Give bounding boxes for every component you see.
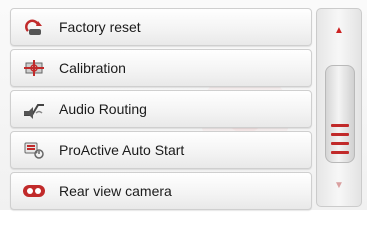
menu-item-label: ProActive Auto Start: [59, 142, 185, 158]
audio-routing-icon: [21, 97, 47, 121]
menu-item-label: Audio Routing: [59, 101, 147, 117]
menu-item-audio-routing[interactable]: Audio Routing: [10, 90, 312, 128]
menu-item-rear-view-camera[interactable]: Rear view camera: [10, 172, 312, 210]
menu-item-calibration[interactable]: Calibration: [10, 49, 312, 87]
factory-reset-icon: [21, 15, 47, 39]
scroll-up-button[interactable]: ▲: [317, 9, 361, 51]
scroll-down-button[interactable]: ▼: [317, 164, 361, 206]
menu-item-label: Factory reset: [59, 19, 141, 35]
settings-screen: Factory reset Calibration Audio Routing …: [0, 0, 367, 210]
arrow-up-icon: ▲: [334, 24, 344, 36]
arrow-down-icon: ▼: [334, 179, 344, 191]
scroll-panel: ▲ ▼: [316, 8, 362, 207]
rear-view-camera-icon: [21, 179, 47, 203]
calibration-icon: [21, 56, 47, 80]
proactive-auto-start-icon: [21, 138, 47, 162]
menu-item-label: Rear view camera: [59, 183, 172, 199]
menu-item-factory-reset[interactable]: Factory reset: [10, 8, 312, 46]
scrollbar-track[interactable]: [325, 65, 355, 163]
scrollbar-thumb[interactable]: [331, 124, 349, 154]
menu-item-label: Calibration: [59, 60, 126, 76]
menu-item-proactive-auto-start[interactable]: ProActive Auto Start: [10, 131, 312, 169]
